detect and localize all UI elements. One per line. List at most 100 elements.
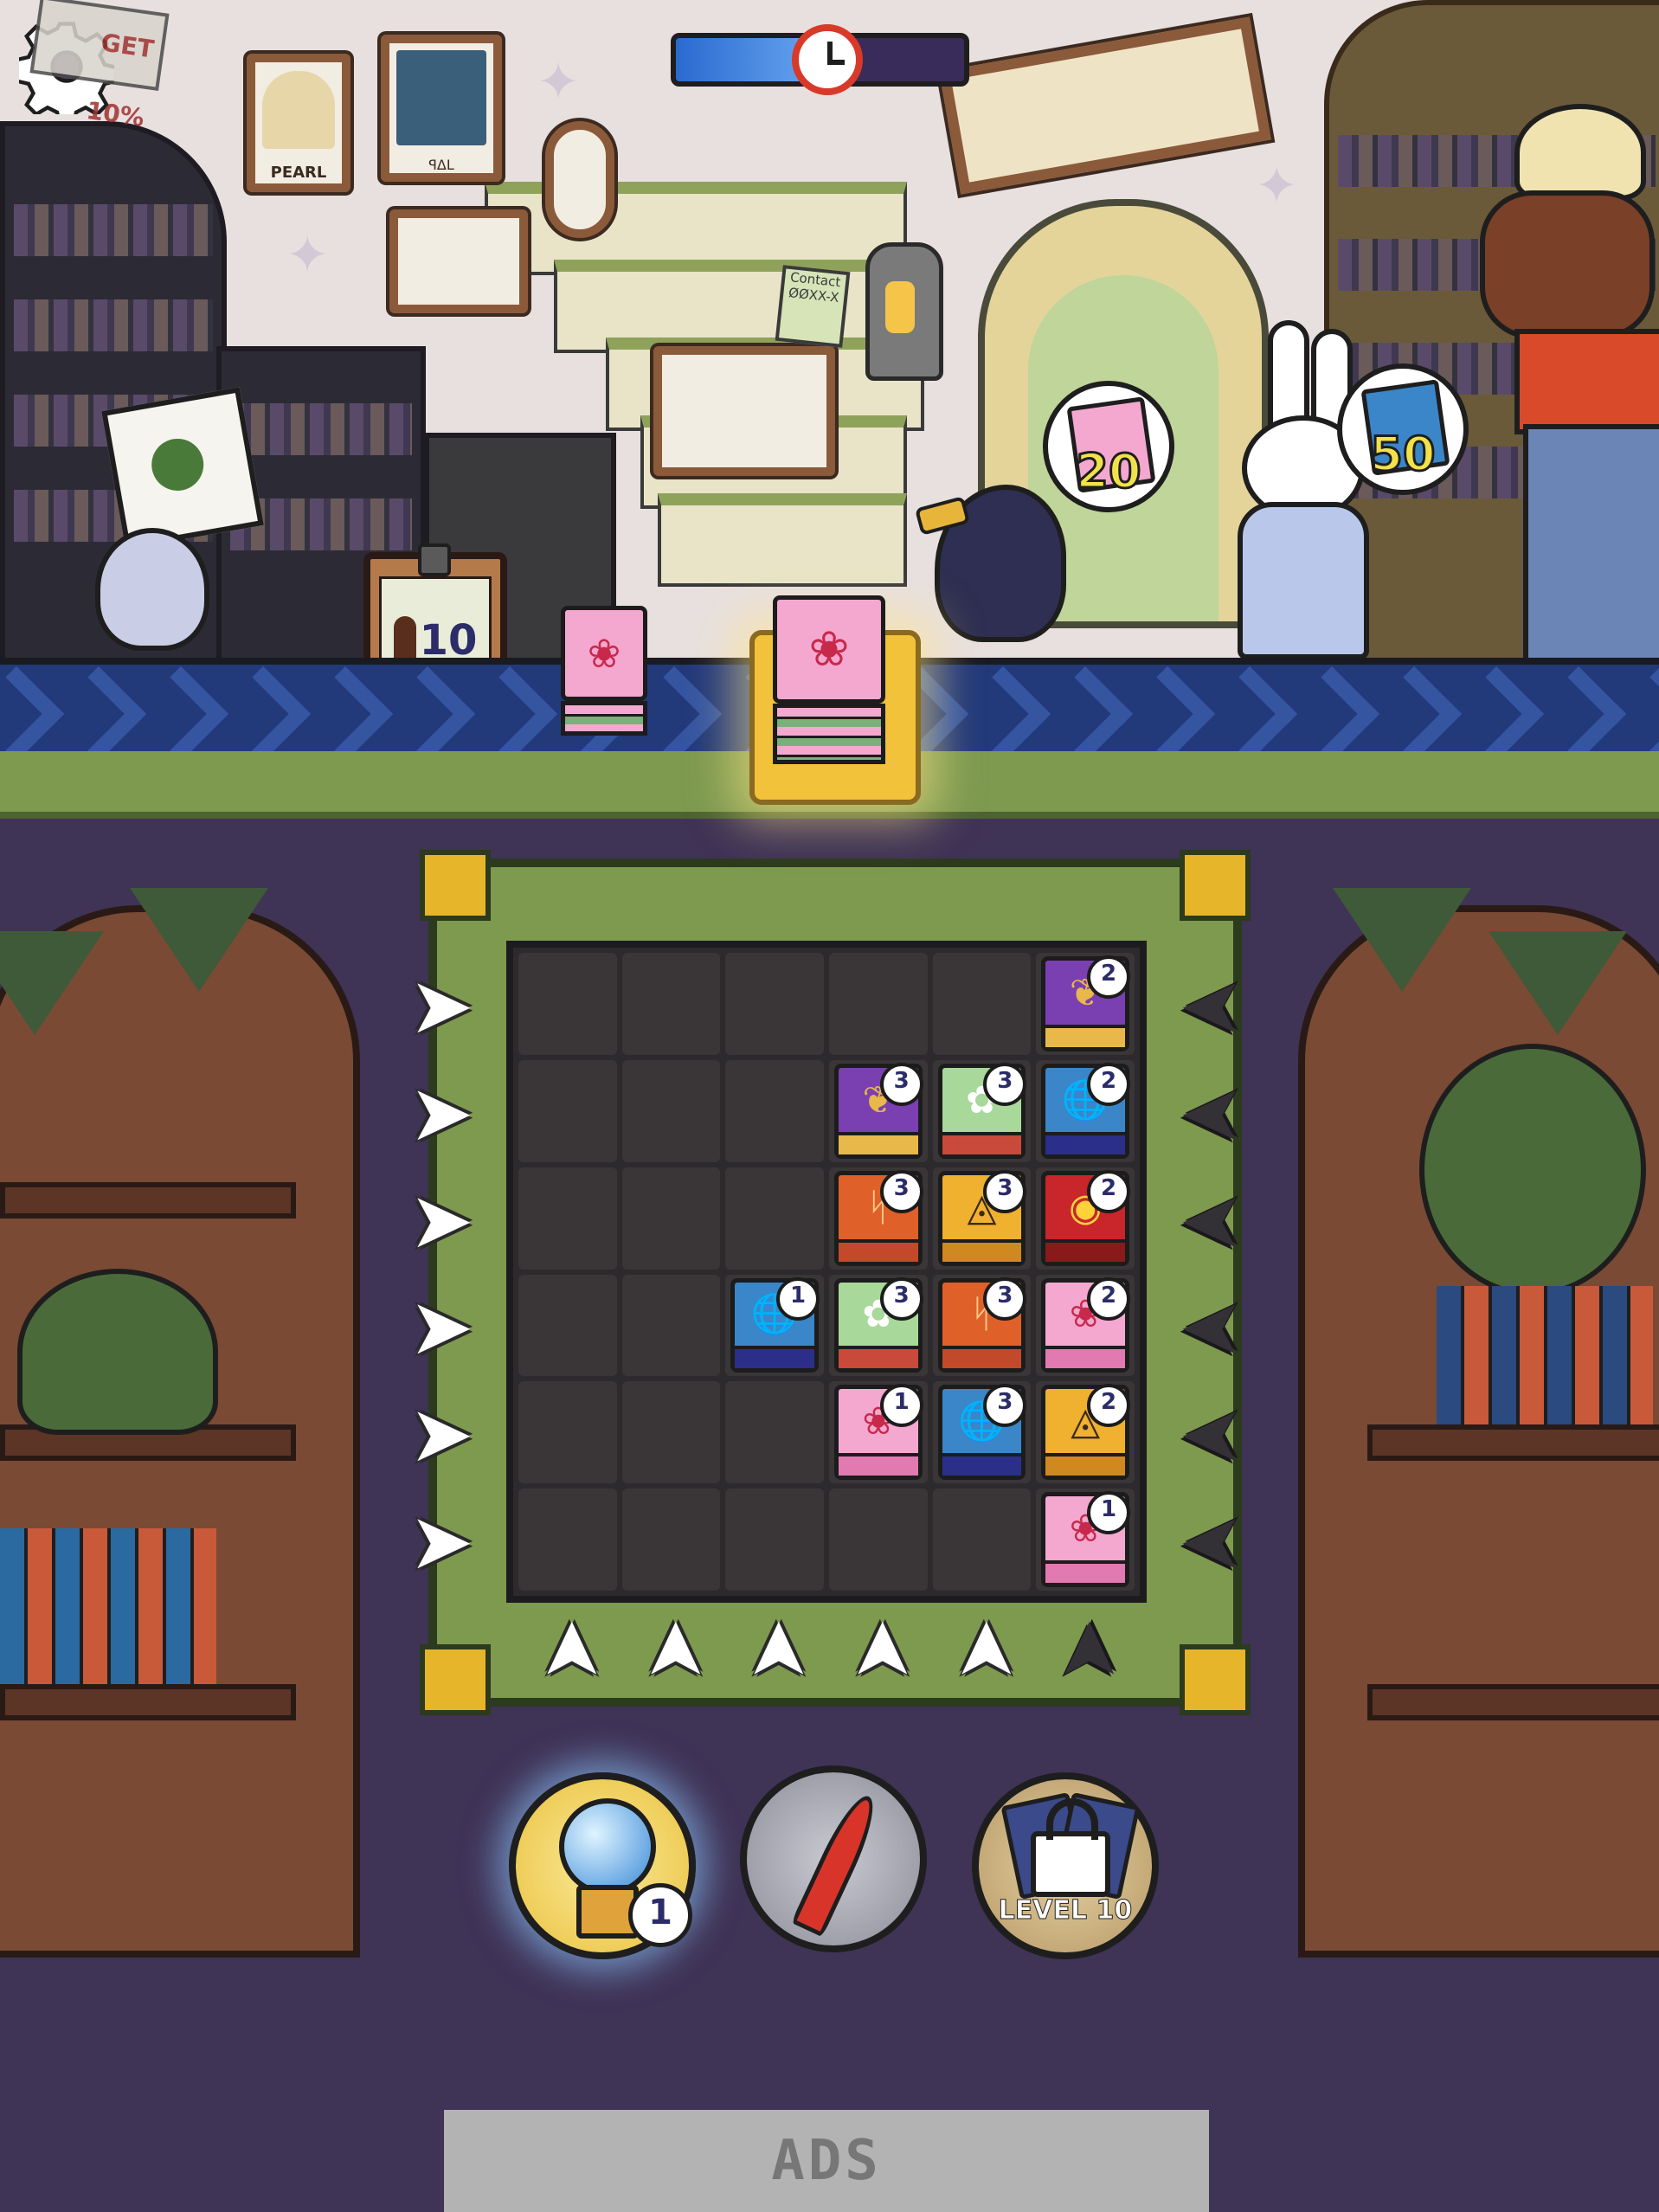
puzzle-board: ❦ 2 ❦ 3 ✿ 3 🌐 2 ᛋ 3 ◬ 3 ◉ 2 🌐 1 ✿ 3 ᛋ 3 ❀ 2 ❀ 1 🌐 3 ◬ 2 ❀ 1 bbox=[420, 850, 1251, 1715]
stair-step bbox=[658, 493, 907, 587]
rabbit-customer[interactable] bbox=[1225, 320, 1372, 658]
wall-star-decoration: ✦ bbox=[286, 225, 330, 286]
push-left-arrow-row-1[interactable]: ➤ bbox=[1173, 961, 1251, 1051]
globe-book[interactable]: 🌐 3 bbox=[937, 1384, 1027, 1481]
push-up-arrow-col-2[interactable]: ➤ bbox=[628, 1611, 719, 1689]
grid-cell[interactable]: ◉ 2 bbox=[1036, 1167, 1135, 1270]
grid-cell[interactable]: ᛋ3 bbox=[932, 1274, 1032, 1377]
rune-book[interactable]: ᛋ3 bbox=[937, 1276, 1027, 1373]
grid-cell[interactable]: 🌐 1 bbox=[725, 1274, 824, 1377]
push-right-arrow-row-2[interactable]: ➤ bbox=[402, 1074, 480, 1153]
push-up-arrow-col-1[interactable]: ➤ bbox=[524, 1611, 615, 1689]
grid-cell[interactable]: 🌐 2 bbox=[1036, 1059, 1135, 1162]
grid-cell[interactable]: ❀ 1 bbox=[1036, 1489, 1135, 1591]
grid-cell[interactable] bbox=[518, 1167, 617, 1270]
flower-book[interactable]: ✿ 3 bbox=[937, 1062, 1027, 1159]
eye-book[interactable]: ◉ 2 bbox=[1041, 1169, 1130, 1266]
push-up-arrow-col-5[interactable]: ➤ bbox=[939, 1611, 1030, 1689]
moose-customer[interactable] bbox=[1463, 104, 1659, 658]
grid-cell[interactable] bbox=[621, 1167, 721, 1270]
grid-cell[interactable]: ◬ 3 bbox=[932, 1167, 1032, 1270]
grid-cell[interactable] bbox=[621, 1274, 721, 1377]
grid-cell[interactable] bbox=[828, 953, 928, 1055]
push-right-arrow-row-1[interactable]: ➤ bbox=[402, 967, 480, 1045]
book-count-badge: 2 bbox=[1086, 955, 1130, 999]
grid-cell[interactable]: ✿ 3 bbox=[828, 1274, 928, 1377]
grid-cell[interactable] bbox=[828, 1489, 928, 1591]
cabinet-shelf bbox=[1367, 1684, 1659, 1720]
rune-book[interactable]: ᛋ3 bbox=[833, 1169, 923, 1266]
rose-book[interactable]: ❀ 1 bbox=[833, 1384, 923, 1481]
belt-chevron bbox=[50, 666, 147, 751]
globe-book[interactable]: 🌐 2 bbox=[1041, 1062, 1130, 1159]
portrait-frame-pearl: PEARL bbox=[247, 54, 350, 192]
book-count-badge: 1 bbox=[879, 1384, 923, 1428]
grid-cell[interactable] bbox=[518, 1059, 617, 1162]
push-right-arrow-row-6[interactable]: ➤ bbox=[402, 1503, 480, 1581]
push-right-arrow-row-3[interactable]: ➤ bbox=[402, 1181, 480, 1260]
grid-cell[interactable] bbox=[518, 1489, 617, 1591]
push-left-arrow-row-2[interactable]: ➤ bbox=[1173, 1068, 1251, 1159]
rose-book[interactable]: ❀ 1 bbox=[1041, 1491, 1130, 1587]
frame-caption: ꟼΔL bbox=[428, 157, 454, 173]
grid-cell[interactable] bbox=[621, 1059, 721, 1162]
quill-powerup[interactable] bbox=[740, 1765, 927, 1952]
grid-cell[interactable] bbox=[725, 1381, 824, 1484]
grid-cell[interactable] bbox=[725, 1167, 824, 1270]
grid-cell[interactable]: ᛋ3 bbox=[828, 1167, 928, 1270]
rose-book[interactable]: ❀ 2 bbox=[1041, 1276, 1130, 1373]
push-left-arrow-row-3[interactable]: ➤ bbox=[1173, 1175, 1251, 1266]
grid-cell[interactable] bbox=[621, 1489, 721, 1591]
push-left-arrow-row-5[interactable]: ➤ bbox=[1173, 1389, 1251, 1480]
push-up-arrow-col-3[interactable]: ➤ bbox=[731, 1611, 822, 1689]
grid-cell[interactable]: ❦ 2 bbox=[1036, 953, 1135, 1055]
bunting-flag bbox=[130, 888, 268, 992]
grid-cell[interactable] bbox=[725, 953, 824, 1055]
grid-cell[interactable] bbox=[518, 1274, 617, 1377]
push-up-arrow-col-6[interactable]: ➤ bbox=[1042, 1611, 1133, 1689]
cards-powerup-locked[interactable]: LEVEL 10 bbox=[972, 1772, 1159, 1959]
conveyor-book-stack[interactable]: ❀ bbox=[561, 606, 647, 736]
grid-cell[interactable]: ✿ 3 bbox=[932, 1059, 1032, 1162]
hanging-plant bbox=[1419, 1044, 1646, 1296]
globe-book[interactable]: 🌐 1 bbox=[730, 1276, 820, 1373]
triangle-book[interactable]: ◬ 3 bbox=[937, 1169, 1027, 1266]
crow-request-count: 20 bbox=[1075, 443, 1142, 500]
board-corner bbox=[420, 1644, 491, 1715]
selected-book-stack[interactable]: ❀ bbox=[773, 595, 885, 764]
grid-cell[interactable]: 🌐 3 bbox=[932, 1381, 1032, 1484]
push-right-arrow-row-4[interactable]: ➤ bbox=[402, 1289, 480, 1366]
crystal-ball-powerup[interactable]: 1 bbox=[509, 1772, 696, 1959]
grid-cell[interactable] bbox=[725, 1059, 824, 1162]
grid-cell[interactable] bbox=[621, 1381, 721, 1484]
grid-cell[interactable] bbox=[621, 953, 721, 1055]
grid-cell[interactable] bbox=[518, 1381, 617, 1484]
grid-cell[interactable] bbox=[932, 953, 1032, 1055]
grid-cell[interactable]: ❀ 2 bbox=[1036, 1274, 1135, 1377]
belt-chevron bbox=[1037, 666, 1134, 751]
book-spine bbox=[942, 1238, 1022, 1262]
book-spine bbox=[1045, 1238, 1125, 1262]
triangle-book[interactable]: ◬ 2 bbox=[1041, 1384, 1130, 1481]
flower-book[interactable]: ✿ 3 bbox=[833, 1276, 923, 1373]
vine-book[interactable]: ❦ 3 bbox=[833, 1062, 923, 1159]
push-left-arrow-row-6[interactable]: ➤ bbox=[1173, 1496, 1251, 1587]
book-count-badge: 3 bbox=[983, 1384, 1027, 1428]
ads-banner[interactable]: ADS bbox=[444, 2110, 1209, 2212]
push-right-arrow-row-5[interactable]: ➤ bbox=[402, 1396, 480, 1474]
grid-cell[interactable]: ❀ 1 bbox=[828, 1381, 928, 1484]
grid-cell[interactable]: ◬ 2 bbox=[1036, 1381, 1135, 1484]
push-left-arrow-row-4[interactable]: ➤ bbox=[1173, 1282, 1251, 1373]
vine-book[interactable]: ❦ 2 bbox=[1041, 955, 1130, 1051]
grid-cell[interactable] bbox=[725, 1489, 824, 1591]
book-spine bbox=[838, 1131, 918, 1154]
cat-frame bbox=[545, 121, 614, 238]
grid-cell[interactable] bbox=[518, 953, 617, 1055]
grid-cell[interactable] bbox=[932, 1489, 1032, 1591]
book-grid: ❦ 2 ❦ 3 ✿ 3 🌐 2 ᛋ 3 ◬ 3 ◉ 2 🌐 1 ✿ 3 ᛋ 3 ❀ 2 ❀ 1 🌐 3 ◬ 2 ❀ 1 bbox=[506, 941, 1147, 1603]
grid-cell[interactable]: ❦ 3 bbox=[828, 1059, 928, 1162]
order-clipboard[interactable]: 10 bbox=[363, 543, 507, 658]
push-up-arrow-col-4[interactable]: ➤ bbox=[835, 1611, 926, 1689]
portrait-caption: PEARL bbox=[270, 164, 327, 182]
book-spine bbox=[1045, 1131, 1125, 1154]
